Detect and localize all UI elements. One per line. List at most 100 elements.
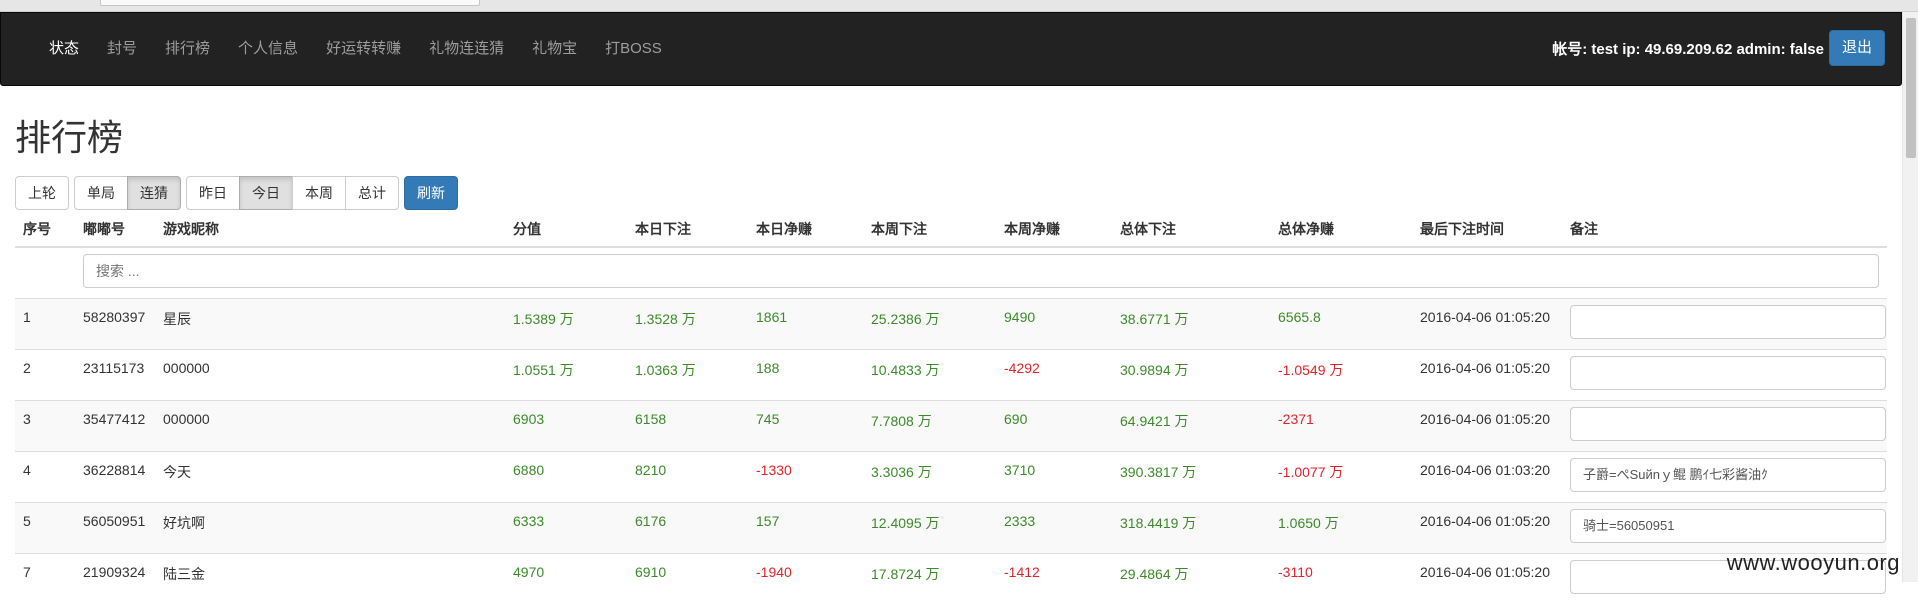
col-header-score[interactable]: 分值 [505, 212, 627, 248]
table-row: 2 23115173 000000 1.0551 万 1.0363 万 188 10.483… [15, 348, 1887, 400]
browser-chrome-strip [0, 0, 1918, 12]
cell-total-bet: 38.6771 万 [1112, 297, 1270, 349]
cell-total-net: -1.0077 万 [1270, 450, 1412, 502]
cell-day-bet: 1.0363 万 [627, 348, 748, 400]
cell-total-bet: 64.9421 万 [1112, 399, 1270, 451]
cell-day-net: 157 [748, 501, 863, 553]
col-header-total-net[interactable]: 总体净赚 [1270, 212, 1412, 248]
nav-item-boss[interactable]: 打BOSS [591, 13, 676, 85]
leaderboard-table: 序号 嘟嘟号 游戏昵称 分值 本日下注 本日净赚 本周下注 本周净赚 总体下注 … [15, 212, 1887, 604]
cell-day-net: -1330 [748, 450, 863, 502]
cell-id: 58280397 [75, 297, 155, 349]
col-header-week-net[interactable]: 本周净赚 [996, 212, 1112, 248]
cell-day-bet: 6176 [627, 501, 748, 553]
col-header-week-bet[interactable]: 本周下注 [863, 212, 996, 248]
cell-score: 6903 [505, 399, 627, 451]
note-input[interactable] [1570, 406, 1886, 441]
prev-round-button[interactable]: 上轮 [15, 176, 69, 210]
page-title: 排行榜 [15, 118, 124, 159]
cell-nickname: 000000 [155, 348, 505, 400]
nav-item-leaderboard[interactable]: 排行榜 [151, 13, 224, 85]
nav-item-gift-guess[interactable]: 礼物连连猜 [415, 13, 518, 85]
cell-week-net: 690 [996, 399, 1112, 451]
cell-last-time: 2016-04-06 01:03:20 [1412, 450, 1562, 502]
scrollbar-thumb[interactable] [1906, 18, 1916, 158]
col-header-last-time[interactable]: 最后下注时间 [1412, 212, 1562, 248]
streak-mode-button[interactable]: 连猜 [127, 176, 181, 210]
table-row: 3 35477412 000000 6903 6158 745 7.7808 万 690 64.… [15, 399, 1887, 451]
cell-day-net: 745 [748, 399, 863, 451]
search-input[interactable] [83, 254, 1879, 288]
cell-total-net: -3110 [1270, 552, 1412, 604]
top-navbar: 状态 封号 排行榜 个人信息 好运转转赚 礼物连连猜 礼物宝 打BOSS 帐号:… [0, 12, 1902, 86]
cell-total-net: -2371 [1270, 399, 1412, 451]
nav-menu: 状态 封号 排行榜 个人信息 好运转转赚 礼物连连猜 礼物宝 打BOSS [35, 13, 676, 85]
cell-note [1562, 399, 1887, 451]
col-header-total-bet[interactable]: 总体下注 [1112, 212, 1270, 248]
single-mode-button[interactable]: 单局 [74, 176, 128, 210]
search-cell [75, 246, 1887, 298]
cell-week-bet: 7.7808 万 [863, 399, 996, 451]
cell-id: 36228814 [75, 450, 155, 502]
nav-item-lucky-spin[interactable]: 好运转转赚 [312, 13, 415, 85]
cell-score: 6333 [505, 501, 627, 553]
col-header-day-net[interactable]: 本日净赚 [748, 212, 863, 248]
cell-note [1562, 348, 1887, 400]
cell-index: 2 [15, 348, 75, 400]
note-input[interactable]: 子爵=ぺSuйnｙ鲲 鹏ｲ七彩酱油ｸ [1570, 457, 1886, 492]
nav-item-ban[interactable]: 封号 [93, 13, 151, 85]
col-header-index[interactable]: 序号 [15, 212, 75, 248]
col-header-day-bet[interactable]: 本日下注 [627, 212, 748, 248]
table-row: 4 36228814 今天 6880 8210 -1330 3.3036 万 3710 390.… [15, 450, 1887, 502]
cell-nickname: 星辰 [155, 297, 505, 349]
filter-toolbar: 上轮 单局 连猜 昨日 今日 本周 总计 刷新 [15, 176, 458, 210]
col-header-note[interactable]: 备注 [1562, 212, 1887, 248]
cell-day-net: 188 [748, 348, 863, 400]
page-scrollbar[interactable] [1902, 12, 1918, 582]
cell-day-bet: 6158 [627, 399, 748, 451]
cell-last-time: 2016-04-06 01:05:20 [1412, 552, 1562, 604]
col-header-nickname[interactable]: 游戏昵称 [155, 212, 505, 248]
cell-note [1562, 297, 1887, 349]
note-input[interactable] [1570, 304, 1886, 339]
cell-score: 6880 [505, 450, 627, 502]
account-info: 帐号: test ip: 49.69.209.62 admin: false [1552, 40, 1824, 58]
cell-total-net: 1.0650 万 [1270, 501, 1412, 553]
cell-total-net: 6565.8 [1270, 297, 1412, 349]
cell-day-net: -1940 [748, 552, 863, 604]
cell-week-bet: 10.4833 万 [863, 348, 996, 400]
week-button[interactable]: 本周 [292, 176, 346, 210]
note-input[interactable] [1570, 355, 1886, 390]
cell-total-bet: 30.9894 万 [1112, 348, 1270, 400]
cell-week-bet: 17.8724 万 [863, 552, 996, 604]
yesterday-button[interactable]: 昨日 [186, 176, 240, 210]
nav-item-profile[interactable]: 个人信息 [224, 13, 312, 85]
nav-account-area: 帐号: test ip: 49.69.209.62 admin: false 退… [1552, 30, 1885, 66]
cell-day-net: 1861 [748, 297, 863, 349]
nav-item-gift-treasure[interactable]: 礼物宝 [518, 13, 591, 85]
cell-note: 子爵=ぺSuйnｙ鲲 鹏ｲ七彩酱油ｸ [1562, 450, 1887, 502]
col-header-id[interactable]: 嘟嘟号 [75, 212, 155, 248]
cell-last-time: 2016-04-06 01:05:20 [1412, 501, 1562, 553]
nav-item-status[interactable]: 状态 [35, 13, 93, 85]
logout-button[interactable]: 退出 [1828, 30, 1885, 66]
cell-total-bet: 29.4864 万 [1112, 552, 1270, 604]
watermark: www.wooyun.org [1726, 550, 1900, 575]
cell-id: 56050951 [75, 501, 155, 553]
cell-index: 4 [15, 450, 75, 502]
cell-week-net: 2333 [996, 501, 1112, 553]
total-button[interactable]: 总计 [345, 176, 399, 210]
today-button[interactable]: 今日 [239, 176, 293, 210]
table-header-row: 序号 嘟嘟号 游戏昵称 分值 本日下注 本日净赚 本周下注 本周净赚 总体下注 … [15, 212, 1887, 248]
cell-id: 23115173 [75, 348, 155, 400]
cell-score: 1.5389 万 [505, 297, 627, 349]
refresh-button[interactable]: 刷新 [404, 176, 458, 210]
cell-nickname: 好坑啊 [155, 501, 505, 553]
cell-week-bet: 3.3036 万 [863, 450, 996, 502]
table-row: 7 21909324 陆三金 4970 6910 -1940 17.8724 万 -1412 2… [15, 552, 1887, 604]
cell-total-bet: 318.4419 万 [1112, 501, 1270, 553]
cell-index: 3 [15, 399, 75, 451]
address-bar[interactable] [100, 0, 480, 6]
note-input[interactable]: 骑士=56050951 [1570, 508, 1886, 543]
cell-total-net: -1.0549 万 [1270, 348, 1412, 400]
